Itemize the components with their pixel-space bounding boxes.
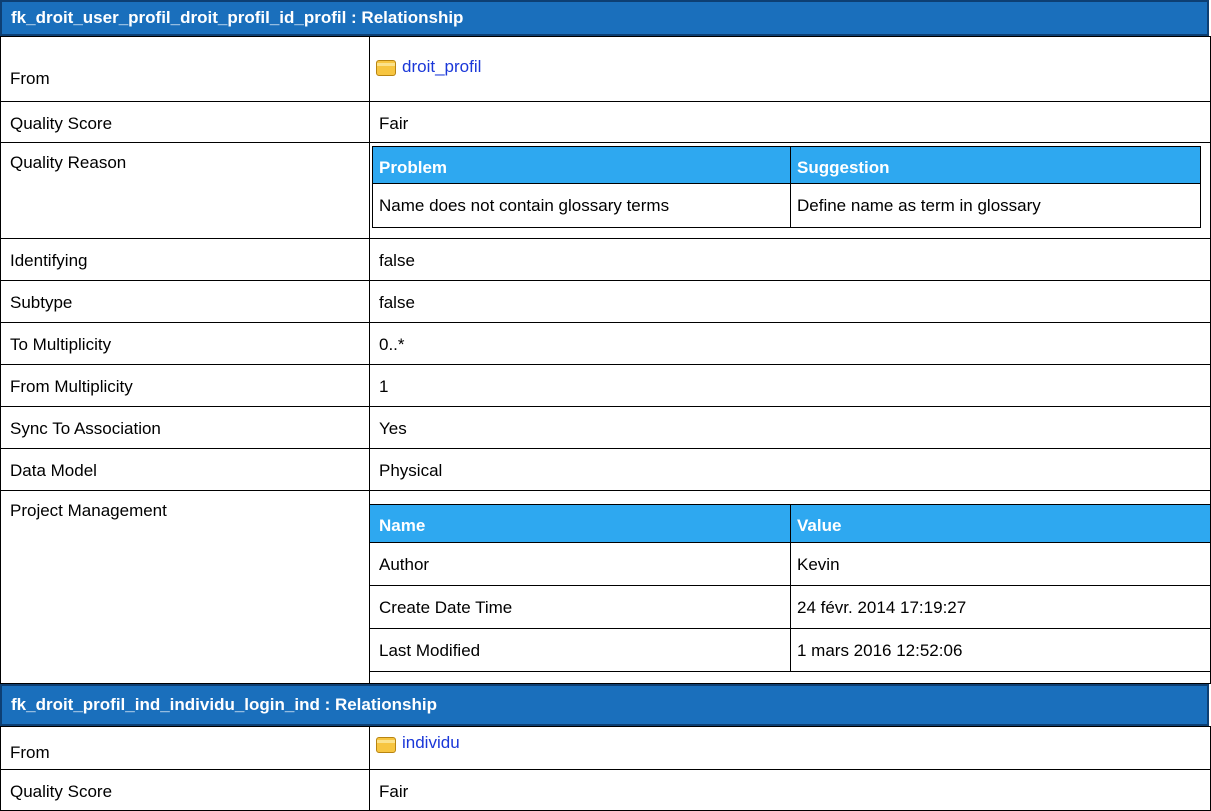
quality-reason-label-cell: Quality Reason bbox=[0, 142, 370, 239]
data-model-label-cell: Data Model bbox=[0, 448, 370, 491]
table-icon bbox=[376, 734, 396, 754]
subtype-label-cell: Subtype bbox=[0, 280, 370, 323]
section-title: fk_droit_profil_ind_individu_login_ind :… bbox=[11, 695, 437, 714]
from-value-cell: droit_profil bbox=[369, 36, 1211, 102]
sync-value-cell: Yes bbox=[369, 406, 1211, 449]
to-multiplicity-label-cell: To Multiplicity bbox=[0, 322, 370, 365]
quality-score-label: Quality Score bbox=[10, 114, 113, 133]
from-label-cell: From bbox=[0, 36, 370, 102]
quality-score-label-cell: Quality Score bbox=[0, 101, 370, 143]
subtype-value-cell: false bbox=[369, 280, 1211, 323]
to-multiplicity-value-cell: 0..* bbox=[369, 322, 1211, 365]
problem-cell: Name does not contain glossary terms bbox=[372, 183, 791, 228]
pm-value-header: Value bbox=[790, 504, 1211, 543]
pm-row-value: 24 févr. 2014 17:19:27 bbox=[790, 585, 1211, 629]
from-link[interactable]: individu bbox=[402, 733, 460, 753]
project-management-label-cell: Project Management bbox=[0, 490, 370, 684]
from-link[interactable]: droit_profil bbox=[402, 57, 481, 77]
project-management-label: Project Management bbox=[10, 501, 167, 520]
quality-score-label-cell: Quality Score bbox=[0, 769, 370, 811]
section-title: fk_droit_user_profil_droit_profil_id_pro… bbox=[11, 8, 464, 27]
sync-label-cell: Sync To Association bbox=[0, 406, 370, 449]
suggestion-header: Suggestion bbox=[790, 146, 1201, 184]
from-label-cell: From bbox=[0, 726, 370, 770]
quality-reason-label: Quality Reason bbox=[10, 153, 127, 172]
pm-row-name: Author bbox=[369, 542, 791, 586]
pm-name-header: Name bbox=[369, 504, 791, 543]
from-multiplicity-label-cell: From Multiplicity bbox=[0, 364, 370, 407]
from-value-cell: individu bbox=[369, 726, 1211, 770]
pm-row-value: Kevin bbox=[790, 542, 1211, 586]
section-header: fk_droit_user_profil_droit_profil_id_pro… bbox=[0, 0, 1209, 36]
identifying-label-cell: Identifying bbox=[0, 238, 370, 281]
pm-row-value: 1 mars 2016 12:52:06 bbox=[790, 628, 1211, 672]
problem-header: Problem bbox=[372, 146, 791, 184]
identifying-value-cell: false bbox=[369, 238, 1211, 281]
quality-score-value: Fair bbox=[379, 114, 409, 133]
table-icon bbox=[376, 57, 396, 77]
pm-row-name: Create Date Time bbox=[369, 585, 791, 629]
suggestion-cell: Define name as term in glossary bbox=[790, 183, 1201, 228]
pm-row-name: Last Modified bbox=[369, 628, 791, 672]
quality-score-value-cell: Fair bbox=[369, 101, 1211, 143]
from-label: From bbox=[10, 69, 50, 88]
section-header: fk_droit_profil_ind_individu_login_ind :… bbox=[0, 684, 1209, 726]
quality-score-value-cell: Fair bbox=[369, 769, 1211, 811]
from-multiplicity-value-cell: 1 bbox=[369, 364, 1211, 407]
data-model-value-cell: Physical bbox=[369, 448, 1211, 491]
